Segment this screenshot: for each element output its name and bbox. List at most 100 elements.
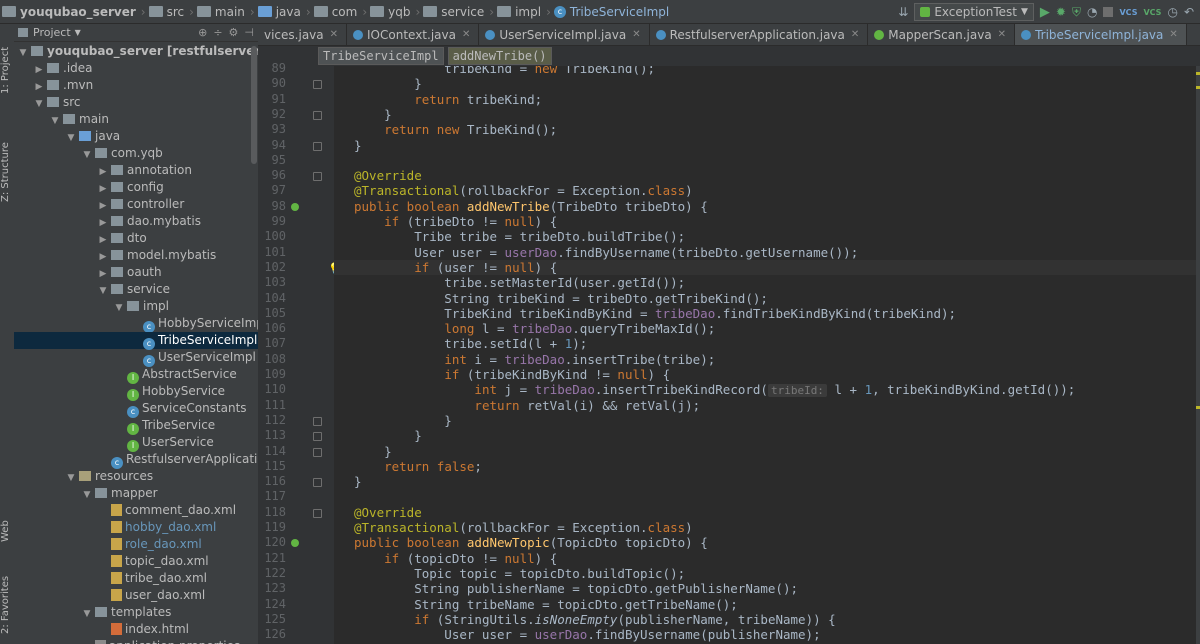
fold-marker-icon[interactable] <box>313 110 322 120</box>
editor-tab[interactable]: vices.java ✕ <box>258 24 348 45</box>
vcs-update-icon[interactable]: VCS <box>1119 8 1137 17</box>
tree-item[interactable]: I TribeService <box>14 417 258 435</box>
code-line[interactable]: } <box>334 444 392 459</box>
breadcrumb-item[interactable]: impl <box>495 0 545 24</box>
tree-item[interactable]: ▶ dto <box>14 230 258 247</box>
code-line[interactable]: User user = userDao.findByUsername(publi… <box>334 627 820 642</box>
code-line[interactable]: return tribeKind; <box>334 92 542 107</box>
tree-item[interactable]: ▶ dao.mybatis <box>14 213 258 230</box>
tree-item[interactable]: ▼ service <box>14 281 258 298</box>
revert-icon[interactable]: ↶ <box>1184 5 1194 19</box>
code-line[interactable]: String tribeKind = tribeDto.getTribeKind… <box>334 291 768 306</box>
collapse-icon[interactable]: ÷ <box>213 26 222 39</box>
tree-item[interactable]: ▼ mapper <box>14 485 258 502</box>
tree-item[interactable]: I AbstractService <box>14 366 258 384</box>
code-line[interactable] <box>334 153 354 168</box>
code-line[interactable] <box>334 489 354 504</box>
close-icon[interactable]: ✕ <box>462 29 470 40</box>
code-line[interactable]: tribe.setId(l + 1); <box>334 336 587 351</box>
code-line[interactable]: TribeKind tribeKindByKind = tribeDao.fin… <box>334 306 956 321</box>
web-tool-button[interactable]: Web <box>0 506 14 542</box>
tree-item[interactable]: ▼ com.yqb <box>14 145 258 162</box>
code-line[interactable]: return false; <box>334 459 482 474</box>
code-line[interactable]: tribe.setMasterId(user.getId()); <box>334 275 685 290</box>
code-line[interactable]: } <box>334 474 362 489</box>
tree-item[interactable]: c TribeServiceImpl <box>14 332 258 350</box>
tree-item[interactable]: I UserService <box>14 434 258 452</box>
code-line[interactable]: String tribeName = topicDto.getTribeName… <box>334 597 738 612</box>
tree-item[interactable]: ▼ main <box>14 111 258 128</box>
editor-tab[interactable]: RestfulserverApplication.java ✕ <box>650 24 869 45</box>
editor-tab[interactable]: IOContext.java ✕ <box>347 24 480 45</box>
tree-item[interactable]: ▼ youqubao_server [restfulserver] <box>14 43 258 60</box>
run-icon[interactable]: ▶ <box>1040 5 1050 20</box>
fold-marker-icon[interactable] <box>313 478 322 488</box>
code-line[interactable]: } <box>334 138 362 153</box>
breadcrumb-item[interactable]: main <box>195 0 249 24</box>
code-line[interactable]: } <box>334 428 422 443</box>
hide-icon[interactable]: ⊣ <box>244 26 254 39</box>
code-line[interactable]: public boolean addNewTribe(TribeDto trib… <box>334 199 708 214</box>
editor-tab[interactable]: TribeServiceImpl.java ✕ <box>1015 24 1187 45</box>
sync-icon[interactable]: ⊕ <box>198 26 207 39</box>
debug-icon[interactable]: ✹ <box>1056 5 1066 19</box>
tree-item[interactable]: ▶ config <box>14 179 258 196</box>
code-line[interactable]: User user = userDao.findByUsername(tribe… <box>334 245 858 260</box>
code-line[interactable]: if (tribeKindByKind != null) { <box>334 367 670 382</box>
error-stripe-mark[interactable] <box>1196 86 1200 89</box>
close-icon[interactable]: ✕ <box>330 29 338 40</box>
fold-marker-icon[interactable] <box>313 508 322 518</box>
tree-item[interactable]: c RestfulserverApplication <box>14 451 258 469</box>
code-line[interactable]: int i = tribeDao.insertTribe(tribe); <box>334 352 715 367</box>
vcs-commit-icon[interactable]: VCS <box>1143 8 1161 17</box>
code-line[interactable]: Topic topic = topicDto.buildTopic(); <box>334 566 685 581</box>
close-icon[interactable]: ✕ <box>632 29 640 40</box>
tree-item[interactable]: c HobbyServiceImpl <box>14 315 258 333</box>
fold-marker-icon[interactable] <box>313 141 322 151</box>
tree-item[interactable]: ▶ oauth <box>14 264 258 281</box>
tree-item[interactable]: ▼ templates <box>14 604 258 621</box>
tree-item[interactable]: topic_dao.xml <box>14 553 258 570</box>
code-line[interactable]: if (tribeDto != null) { <box>334 214 557 229</box>
fold-marker-icon[interactable] <box>313 172 322 182</box>
run-configuration-select[interactable]: ExceptionTest ▼ <box>914 3 1034 21</box>
close-icon[interactable]: ✕ <box>1169 29 1177 40</box>
error-stripe-mark[interactable] <box>1196 72 1200 75</box>
stop-icon[interactable] <box>1103 7 1114 17</box>
close-icon[interactable]: ✕ <box>998 29 1006 40</box>
error-stripe-mark[interactable] <box>1196 406 1200 409</box>
editor-tab[interactable]: UserServiceImpl.java ✕ <box>479 24 650 45</box>
tree-item[interactable]: ▼ resources <box>14 468 258 485</box>
breadcrumb-item[interactable]: youqubao_server <box>0 0 140 24</box>
tree-item[interactable]: role_dao.xml <box>14 536 258 553</box>
code-line[interactable]: return retVal(i) && retVal(j); <box>334 398 700 413</box>
tree-item[interactable]: user_dao.xml <box>14 587 258 604</box>
tree-item[interactable]: ▼ java <box>14 128 258 145</box>
code-line[interactable]: @Override <box>334 505 422 520</box>
fold-marker-icon[interactable] <box>313 447 322 457</box>
code-line[interactable]: if (user != null) { <box>334 259 1196 276</box>
breadcrumb-method[interactable]: addNewTribe() <box>447 47 552 65</box>
implements-method-icon[interactable] <box>291 202 299 211</box>
code-line[interactable]: } <box>334 76 422 91</box>
breadcrumb-item[interactable]: service <box>421 0 488 24</box>
implements-method-icon[interactable] <box>291 539 299 548</box>
editor-scrollbar[interactable] <box>1196 66 1200 644</box>
tree-item[interactable]: I HobbyService <box>14 383 258 401</box>
code-line[interactable]: Tribe tribe = tribeDto.buildTribe(); <box>334 229 685 244</box>
tree-item[interactable]: ▶ model.mybatis <box>14 247 258 264</box>
code-line[interactable]: long l = tribeDao.queryTribeMaxId(); <box>334 321 715 336</box>
tree-item[interactable]: ▼ src <box>14 94 258 111</box>
project-scrollbar[interactable] <box>251 46 257 164</box>
code-line[interactable]: @Override <box>334 168 422 183</box>
fold-marker-icon[interactable] <box>313 416 322 426</box>
code-line[interactable]: int j = tribeDao.insertTribeKindRecord(t… <box>334 382 1075 398</box>
chevron-down-icon[interactable]: ▼ <box>75 28 81 37</box>
code-line[interactable]: } <box>334 413 452 428</box>
project-tool-button[interactable]: 1: Project <box>0 30 14 94</box>
code-line[interactable]: @Transactional(rollbackFor = Exception.c… <box>334 183 693 198</box>
tree-item[interactable]: c UserServiceImpl <box>14 349 258 367</box>
breadcrumb-class[interactable]: TribeServiceImpl <box>318 47 444 65</box>
code-line[interactable]: public boolean addNewTopic(TopicDto topi… <box>334 535 708 550</box>
tree-item[interactable]: c ServiceConstants <box>14 400 258 418</box>
